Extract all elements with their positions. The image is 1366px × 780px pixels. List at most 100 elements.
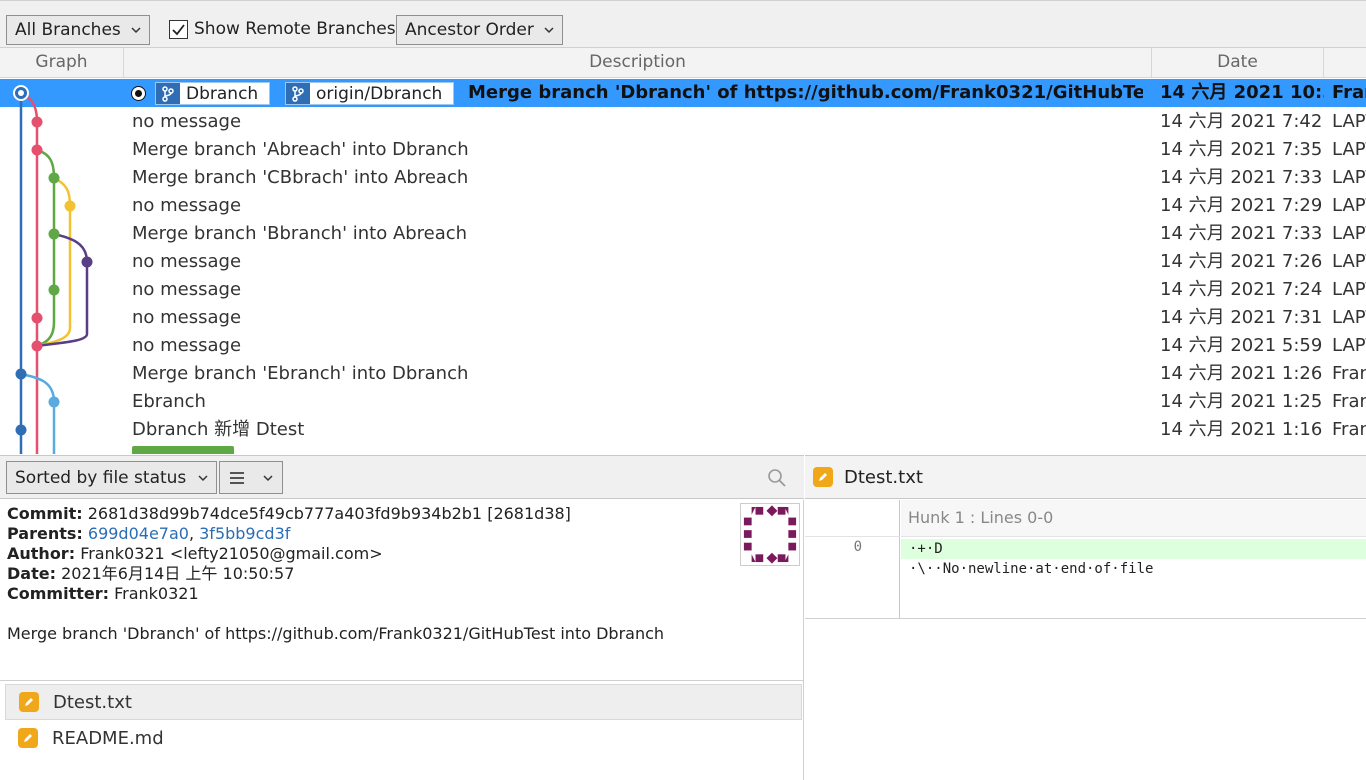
branch-tag-partial bbox=[132, 446, 234, 454]
branch-icon bbox=[286, 83, 310, 104]
commit-author: LAPTOP bbox=[1332, 307, 1366, 328]
commit-date: 14 六月 2021 7:33 bbox=[1160, 223, 1323, 244]
commit-description: no message bbox=[132, 195, 242, 216]
commit-row[interactable]: no message 14 六月 2021 7:42 LAPTOP bbox=[0, 108, 1366, 136]
commit-row[interactable]: Merge branch 'Abreach' into Dbranch 14 六… bbox=[0, 136, 1366, 164]
commit-description: no message bbox=[132, 279, 242, 300]
file-item[interactable]: Dtest.txt bbox=[5, 684, 802, 720]
chevron-down-icon bbox=[131, 27, 141, 34]
file-sort-dropdown[interactable]: Sorted by file status bbox=[6, 461, 218, 494]
parent-link[interactable]: 699d04e7a0 bbox=[88, 524, 189, 543]
commit-description: Merge branch 'CBbrach' into Abreach bbox=[132, 167, 469, 188]
column-header-graph[interactable]: Graph bbox=[0, 48, 124, 78]
modified-file-icon bbox=[18, 728, 38, 748]
commit-row[interactable]: no message 14 六月 2021 7:31 LAPTOP bbox=[0, 304, 1366, 332]
committer-value: Frank0321 bbox=[114, 584, 199, 603]
commit-row[interactable]: no message 14 六月 2021 5:59 LAPTOP bbox=[0, 332, 1366, 360]
commit-date: 14 六月 2021 7:33 bbox=[1160, 167, 1323, 188]
commit-date: 14 六月 2021 7:24 bbox=[1160, 279, 1323, 300]
commit-date: 14 六月 2021 7:31 bbox=[1160, 307, 1323, 328]
commit-author: LAPTOP bbox=[1332, 195, 1366, 216]
commit-description: Merge branch 'Ebranch' into Dbranch bbox=[132, 363, 469, 384]
branch-tag-remote[interactable]: origin/Dbranch bbox=[285, 82, 454, 105]
branch-filter-value: All Branches bbox=[15, 20, 121, 40]
commit-date: 14 六月 2021 7:35 bbox=[1160, 139, 1323, 160]
diff-divider bbox=[805, 618, 1366, 619]
view-mode-dropdown[interactable] bbox=[219, 461, 283, 494]
date-value: 2021年6月14日 上午 10:50:57 bbox=[61, 564, 295, 583]
chevron-down-icon bbox=[263, 474, 273, 481]
column-header-description[interactable]: Description bbox=[124, 48, 1152, 78]
commit-author: LAPTOP bbox=[1332, 111, 1366, 132]
commit-date: 14 六月 2021 7:42 bbox=[1160, 111, 1323, 132]
chevron-down-icon bbox=[544, 27, 554, 34]
commit-author: LAPTOP bbox=[1332, 223, 1366, 244]
committer-line: Committer: Frank0321 bbox=[7, 584, 799, 604]
gutter-header bbox=[805, 500, 900, 537]
commit-row-partial[interactable] bbox=[0, 444, 1366, 454]
list-icon bbox=[230, 471, 244, 484]
date-label: Date: bbox=[7, 564, 56, 583]
line-number: 0 bbox=[853, 539, 862, 555]
commit-row[interactable]: no message 14 六月 2021 7:26 LAPTOP bbox=[0, 248, 1366, 276]
commit-date: 14 六月 2021 7:29 bbox=[1160, 195, 1323, 216]
author-label: Author: bbox=[7, 544, 76, 563]
order-value: Ancestor Order bbox=[405, 20, 534, 40]
show-remote-checkbox[interactable] bbox=[169, 19, 188, 39]
commit-author: Frank0321 bbox=[1332, 391, 1366, 412]
order-dropdown[interactable]: Ancestor Order bbox=[396, 15, 563, 45]
commit-row[interactable]: Merge branch 'Bbranch' into Abreach 14 六… bbox=[0, 220, 1366, 248]
commit-list[interactable]: Graph Description Date Dbranch origin/Db… bbox=[0, 48, 1366, 454]
commit-author: LAPTOP bbox=[1332, 335, 1366, 356]
checkmark-icon bbox=[172, 23, 185, 35]
commit-row[interactable]: Dbranch origin/Dbranch Merge branch 'Dbr… bbox=[0, 79, 1366, 107]
commit-row[interactable]: Merge branch 'Ebranch' into Dbranch 14 六… bbox=[0, 360, 1366, 388]
commit-date: 14 六月 2021 1:26 bbox=[1160, 363, 1323, 384]
commit-author: Frank0321 bbox=[1332, 419, 1366, 440]
parents-label: Parents: bbox=[7, 524, 83, 543]
commit-hash: 2681d38d99b74dce5f49cb777a403fd9b934b2b1… bbox=[87, 504, 571, 523]
committer-label: Committer: bbox=[7, 584, 109, 603]
chevron-down-icon bbox=[198, 474, 208, 481]
no-newline-line[interactable]: ·\··No·newline·at·end·of·file bbox=[901, 559, 1366, 579]
changed-files-list: Dtest.txt README.md bbox=[0, 680, 804, 780]
commit-date: 14 六月 2021 5:59 bbox=[1160, 335, 1323, 356]
hunk-header: Hunk 1 : Lines 0-0 bbox=[901, 500, 1366, 537]
file-name: README.md bbox=[52, 727, 164, 749]
avatar bbox=[740, 503, 800, 566]
commit-description: no message bbox=[132, 335, 242, 356]
branch-filter-dropdown[interactable]: All Branches bbox=[6, 15, 150, 45]
diff-file-name: Dtest.txt bbox=[844, 466, 923, 488]
commit-row[interactable]: no message 14 六月 2021 7:24 LAPTOP bbox=[0, 276, 1366, 304]
branch-tag-local[interactable]: Dbranch bbox=[155, 82, 270, 105]
column-header-author[interactable] bbox=[1324, 48, 1366, 78]
file-name: Dtest.txt bbox=[53, 691, 132, 713]
column-header-date[interactable]: Date bbox=[1152, 48, 1324, 78]
commit-author: Frank0321 bbox=[1332, 363, 1366, 384]
search-icon[interactable] bbox=[767, 468, 787, 488]
commit-row[interactable]: no message 14 六月 2021 7:29 LAPTOP bbox=[0, 192, 1366, 220]
commit-description: Merge branch 'Bbranch' into Abreach bbox=[132, 223, 468, 244]
commit-description: Dbranch 新增 Dtest bbox=[132, 419, 305, 440]
parent-link[interactable]: 3f5bb9cd3f bbox=[199, 524, 290, 543]
diff-view[interactable]: Hunk 1 : Lines 0-0 0 ·+·D ·\··No·newline… bbox=[805, 500, 1366, 780]
commit-label: Commit: bbox=[7, 504, 83, 523]
commit-row[interactable]: Dbranch 新增 Dtest 14 六月 2021 1:16 Frank03… bbox=[0, 416, 1366, 444]
parent-separator: , bbox=[188, 524, 200, 543]
commit-description: Merge branch 'Abreach' into Dbranch bbox=[132, 139, 469, 160]
file-panel-toolbar: Sorted by file status bbox=[0, 455, 804, 499]
diff-file-header: Dtest.txt bbox=[805, 455, 1366, 499]
commit-row[interactable]: Merge branch 'CBbrach' into Abreach 14 六… bbox=[0, 164, 1366, 192]
branch-tag-label: Dbranch bbox=[186, 83, 259, 104]
commit-date: 14 六月 2021 10:50 bbox=[1160, 82, 1324, 103]
modified-file-icon bbox=[813, 467, 833, 487]
added-line[interactable]: ·+·D bbox=[901, 539, 1366, 559]
commit-row[interactable]: Ebranch 14 六月 2021 1:25 Frank0321 bbox=[0, 388, 1366, 416]
file-item[interactable]: README.md bbox=[5, 720, 802, 756]
head-indicator-icon bbox=[132, 87, 145, 100]
commit-description: no message bbox=[132, 251, 242, 272]
commit-author: LAPTOP bbox=[1332, 279, 1366, 300]
commit-date: 14 六月 2021 1:25 bbox=[1160, 391, 1323, 412]
show-remote-branches-toggle[interactable]: Show Remote Branches bbox=[169, 19, 396, 39]
author-line: Author: Frank0321 <lefty21050@gmail.com> bbox=[7, 544, 799, 564]
